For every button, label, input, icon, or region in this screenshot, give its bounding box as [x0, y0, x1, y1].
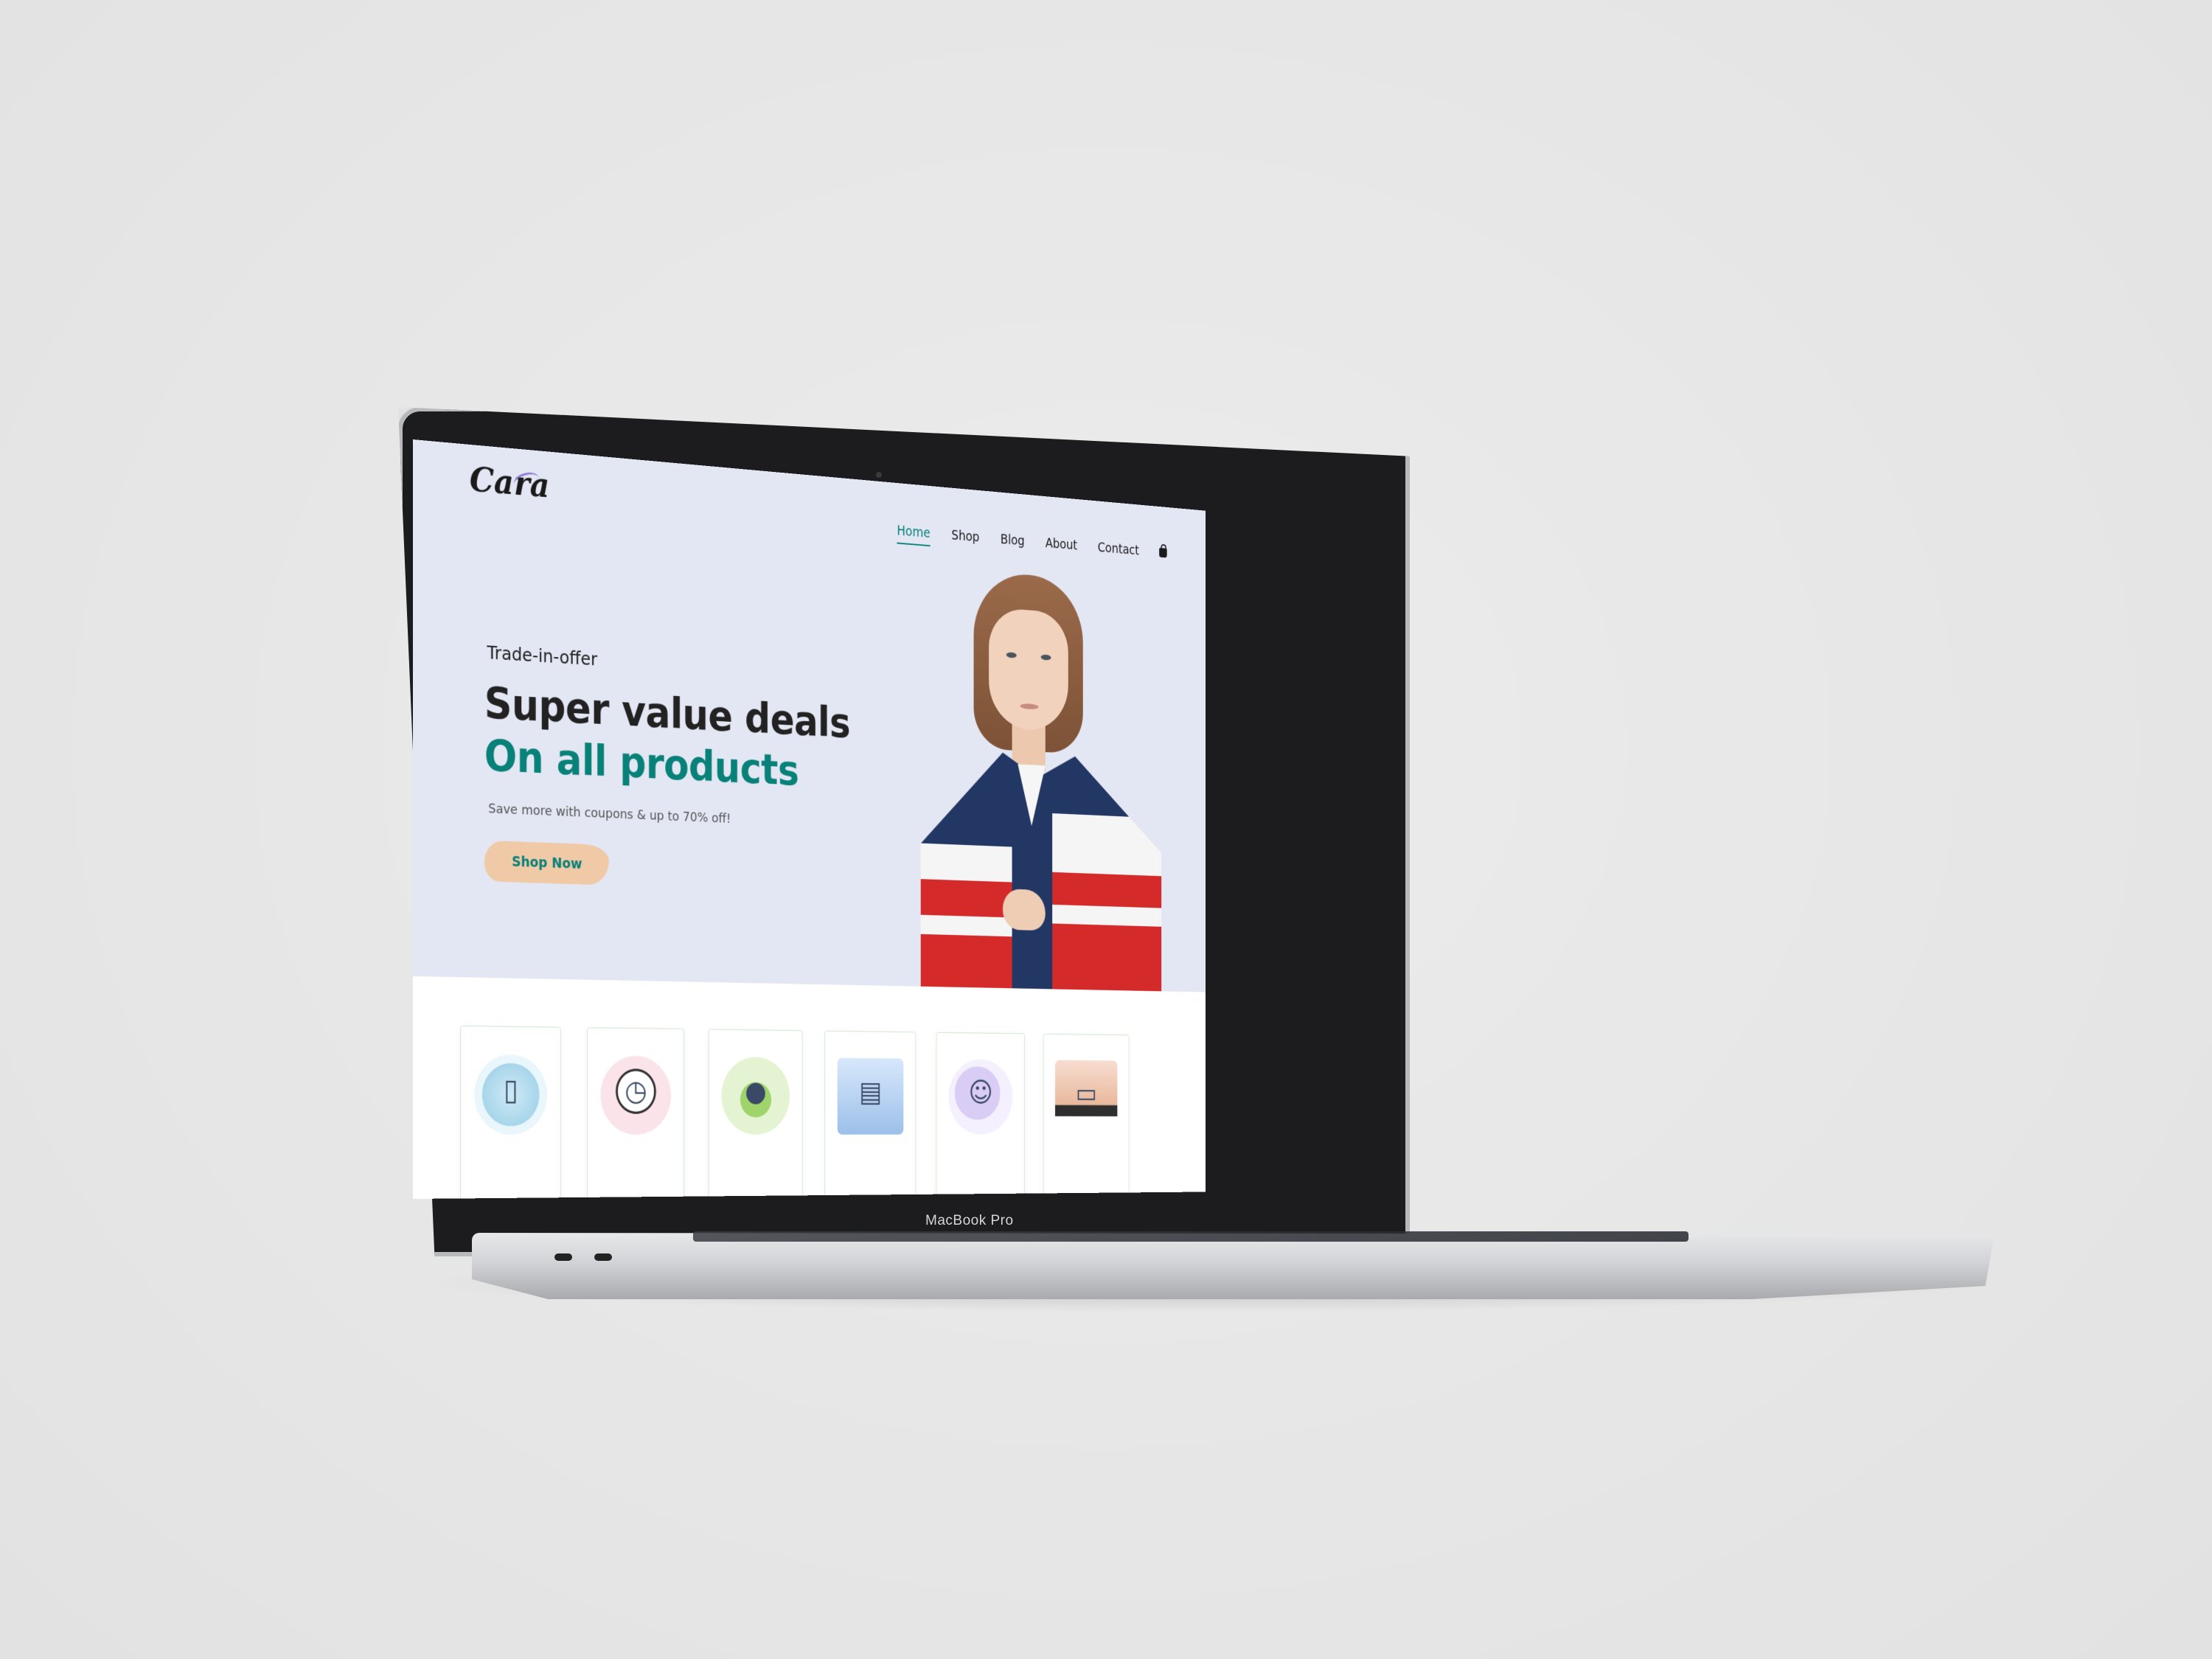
- feature-card-3[interactable]: ●: [708, 1029, 803, 1199]
- scene: Cara Home Shop Blog About Contact Trade-…: [0, 0, 2212, 1659]
- main-nav: Home Shop Blog About Contact: [897, 523, 1167, 560]
- nav-blog[interactable]: Blog: [1001, 532, 1025, 549]
- usb-c-port-2: [594, 1253, 612, 1261]
- device-brand-label: MacBook Pro: [925, 1213, 1014, 1228]
- clock-glyph-icon: ◷: [625, 1074, 647, 1107]
- feature-card-2[interactable]: ◷: [587, 1027, 685, 1199]
- shopping-bag-icon[interactable]: [1159, 547, 1167, 558]
- model-face: [989, 607, 1068, 732]
- nav-shop[interactable]: Shop: [951, 528, 979, 546]
- feature-card-1[interactable]: ▯: [460, 1025, 561, 1199]
- hero-section: Trade-in-offer Super value deals On all …: [413, 519, 1206, 992]
- jacket-right-panel: [1037, 754, 1161, 991]
- phone-glyph-icon: ▯: [503, 1073, 518, 1107]
- laptop-hinge-keys: [693, 1231, 1688, 1242]
- person-glyph-icon: ☺: [968, 1077, 993, 1109]
- hero-kicker: Trade-in-offer: [487, 641, 598, 670]
- features-section: ▯ ◷ ● ▤ ☺ ▭: [413, 976, 1206, 1199]
- website-screen: Cara Home Shop Blog About Contact Trade-…: [413, 439, 1206, 1199]
- feature-card-5[interactable]: ☺: [936, 1032, 1025, 1199]
- usb-c-port-1: [554, 1253, 572, 1261]
- nav-about[interactable]: About: [1046, 535, 1077, 553]
- window-glyph-icon: ▤: [859, 1076, 883, 1108]
- nav-contact[interactable]: Contact: [1098, 540, 1139, 558]
- shop-now-button[interactable]: Shop Now: [484, 840, 609, 886]
- coin-glyph-icon: ●: [745, 1075, 767, 1108]
- laptop-base: [472, 1233, 1994, 1299]
- hero-subtitle: Save more with coupons & up to 70% off!: [488, 801, 731, 827]
- screen-viewport: Cara Home Shop Blog About Contact Trade-…: [413, 439, 1371, 1199]
- feature-card-4[interactable]: ▤: [824, 1030, 917, 1199]
- feature-card-6[interactable]: ▭: [1043, 1033, 1130, 1197]
- hero-model-image: [897, 560, 1161, 991]
- screen-glyph-icon: ▭: [1075, 1077, 1097, 1109]
- nav-home[interactable]: Home: [897, 523, 930, 540]
